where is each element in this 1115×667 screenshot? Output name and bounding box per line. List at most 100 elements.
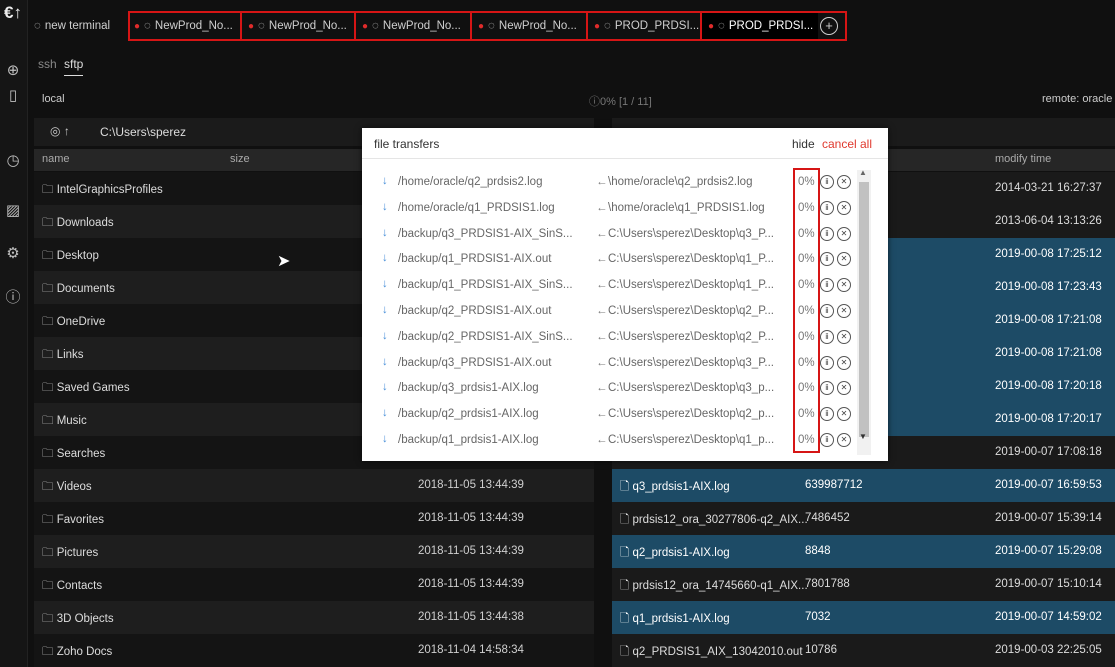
- remote-file-row[interactable]: 🗋 q3_prdsis1-AIX.log 639987712 2019-00-07 …: [612, 469, 1115, 502]
- transfer-source: /backup/q1_PRDSIS1-AIX_SinS...: [398, 279, 573, 292]
- hide-button[interactable]: hide: [792, 137, 815, 151]
- left-arrow-icon: ←: [596, 201, 608, 214]
- transfer-destination: C:\Users\sperez\Desktop\q2_P...: [608, 305, 774, 317]
- pause-icon[interactable]: ⅱ: [820, 433, 834, 447]
- tab-session[interactable]: ● ◌ NewProd_No...: [242, 11, 356, 41]
- download-arrow-icon: ↓: [382, 381, 388, 394]
- modified-time: 2019-00-08 17:23:43: [995, 281, 1102, 293]
- cancel-icon[interactable]: ✕: [837, 226, 851, 241]
- cancel-icon[interactable]: ✕: [837, 200, 851, 215]
- pause-icon[interactable]: ⅱ: [820, 252, 834, 267]
- download-arrow-icon: ↓: [382, 175, 388, 187]
- bookmark-icon[interactable]: ▯: [3, 86, 23, 106]
- cancel-icon[interactable]: ✕: [837, 252, 851, 267]
- tab-session[interactable]: ● ◌ PROD_PRDSI...: [588, 11, 702, 41]
- pause-icon[interactable]: ⅱ: [820, 304, 834, 318]
- cancel-icon[interactable]: ✕: [837, 381, 851, 396]
- divider: [362, 158, 888, 159]
- modified-time: 2013-06-04 13:13:26: [995, 215, 1102, 227]
- tab-label: NewProd_No...: [498, 20, 577, 32]
- file-icon: 🗋: [620, 481, 633, 493]
- transfer-destination: \home/oracle\q2_prdsis2.log: [608, 176, 753, 188]
- remote-file-row[interactable]: 🗋 q2_prdsis1-AIX.log 8848 2019-00-07 15:29…: [612, 535, 1115, 568]
- tab-separator: [700, 11, 702, 41]
- modified-time: 2019-00-07 15:10:14: [995, 578, 1102, 590]
- left-arrow-icon: ←: [596, 279, 608, 292]
- folder-name: 🗀 Links: [42, 349, 84, 361]
- column-name[interactable]: name: [42, 153, 70, 165]
- local-file-row[interactable]: 🗀 Zoho Docs 2018-11-04 14:58:34: [34, 634, 594, 667]
- scrollbar-thumb[interactable]: [859, 182, 869, 437]
- spinner-icon: ◌: [372, 20, 379, 32]
- info-icon[interactable]: ⓘ: [3, 288, 23, 308]
- local-file-row[interactable]: 🗀 Contacts 2018-11-05 13:44:39: [34, 568, 594, 601]
- cancel-icon[interactable]: ✕: [837, 278, 851, 293]
- remote-file-row[interactable]: 🗋 prdsis12_ora_30277806-q2_AIX... 7486452…: [612, 502, 1115, 535]
- pause-icon[interactable]: ⅱ: [820, 278, 834, 293]
- cancel-icon[interactable]: ✕: [837, 175, 851, 189]
- cancel-icon[interactable]: ✕: [837, 304, 851, 318]
- tab-session-active[interactable]: ● ◌ PROD_PRDSI...: [702, 11, 818, 41]
- local-path-input[interactable]: [100, 125, 400, 139]
- file-transfers-dialog: file transfers hide cancel all ↓ /home/or…: [362, 128, 888, 461]
- plus-circle-icon[interactable]: ⊕: [3, 61, 23, 81]
- local-file-row[interactable]: 🗀 Favorites 2018-11-05 13:44:39: [34, 502, 594, 535]
- scroll-up-icon[interactable]: ▲: [859, 168, 867, 177]
- tab-session[interactable]: ● ◌ NewProd_No...: [472, 11, 588, 41]
- cancel-icon[interactable]: ✕: [837, 355, 851, 370]
- file-icon: 🗋: [620, 514, 633, 526]
- remote-file-row[interactable]: 🗋 q2_PRDSIS1_AIX_13042010.out 10786 2019-0…: [612, 634, 1115, 667]
- left-arrow-icon: ←: [596, 356, 608, 369]
- transfer-status[interactable]: ⓘ0% [1 / 11]: [589, 93, 652, 109]
- column-modify-time[interactable]: modify time: [995, 153, 1051, 165]
- pause-icon[interactable]: ⅱ: [820, 407, 834, 422]
- up-arrow-icon[interactable]: ↑: [64, 124, 70, 138]
- scroll-down-icon[interactable]: ▼: [859, 432, 867, 441]
- folder-icon: 🗀: [42, 448, 57, 460]
- left-arrow-icon: ←: [596, 408, 608, 421]
- transfer-destination: C:\Users\sperez\Desktop\q1_P...: [608, 279, 774, 292]
- local-file-row[interactable]: 🗀 Pictures 2018-11-05 13:44:39: [34, 535, 594, 568]
- local-file-row[interactable]: 🗀 3D Objects 2018-11-05 13:44:38: [34, 601, 594, 634]
- pause-icon[interactable]: ⅱ: [820, 355, 834, 370]
- file-icon: 🗋: [620, 646, 633, 658]
- file-name: 🗋 q2_prdsis1-AIX.log: [620, 547, 730, 559]
- tab-ssh[interactable]: ssh: [38, 57, 57, 71]
- local-file-row[interactable]: 🗀 Videos 2018-11-05 13:44:39: [34, 469, 594, 502]
- modified-time: 2019-00-07 17:08:18: [995, 446, 1102, 458]
- transfer-source: /backup/q1_prdsis1-AIX.log: [398, 434, 539, 446]
- pause-icon[interactable]: ⅱ: [820, 329, 834, 344]
- remote-file-row[interactable]: 🗋 prdsis12_ora_14745660-q1_AIX... 7801788…: [612, 568, 1115, 601]
- file-name: 🗋 q3_prdsis1-AIX.log: [620, 481, 730, 493]
- view-icon[interactable]: ◎: [50, 124, 60, 138]
- pause-icon[interactable]: ⅱ: [820, 175, 834, 189]
- modified-time: 2018-11-05 13:44:39: [418, 578, 524, 590]
- column-size[interactable]: size: [230, 153, 250, 165]
- tab-session[interactable]: ● ◌ NewProd_No...: [128, 11, 242, 41]
- modified-time: 2019-00-08 17:20:17: [995, 413, 1102, 425]
- cancel-icon[interactable]: ✕: [837, 407, 851, 422]
- status-dot-icon: ●: [134, 21, 141, 32]
- download-arrow-icon: ↓: [382, 407, 388, 420]
- tab-label: NewProd_No...: [268, 20, 347, 32]
- pause-icon[interactable]: ⅱ: [820, 226, 834, 241]
- cancel-icon[interactable]: ✕: [837, 433, 851, 447]
- spinner-icon: ◌: [144, 20, 151, 32]
- tab-sftp[interactable]: sftp: [64, 57, 84, 76]
- transfer-source: /backup/q3_PRDSIS1-AIX_SinS...: [398, 227, 573, 240]
- clock-icon[interactable]: ◷: [3, 151, 23, 171]
- spinner-icon: ◌: [718, 20, 725, 32]
- file-size: 7486452: [805, 512, 850, 524]
- tab-label: PROD_PRDSI...: [614, 20, 700, 32]
- pause-icon[interactable]: ⅱ: [820, 381, 834, 396]
- cancel-icon[interactable]: ✕: [837, 329, 851, 344]
- cancel-all-button[interactable]: cancel all: [822, 137, 872, 151]
- modified-time: 2019-00-07 15:29:08: [995, 545, 1102, 557]
- tab-new-terminal[interactable]: ◌ new terminal: [28, 11, 128, 41]
- gear-icon[interactable]: ⚙: [3, 244, 23, 264]
- tab-session[interactable]: ● ◌ NewProd_No...: [356, 11, 472, 41]
- remote-file-row[interactable]: 🗋 q1_prdsis1-AIX.log 7032 2019-00-07 14:59…: [612, 601, 1115, 634]
- pause-icon[interactable]: ⅱ: [820, 200, 834, 215]
- image-icon[interactable]: ▨: [3, 201, 23, 221]
- add-tab-button[interactable]: +: [820, 17, 838, 35]
